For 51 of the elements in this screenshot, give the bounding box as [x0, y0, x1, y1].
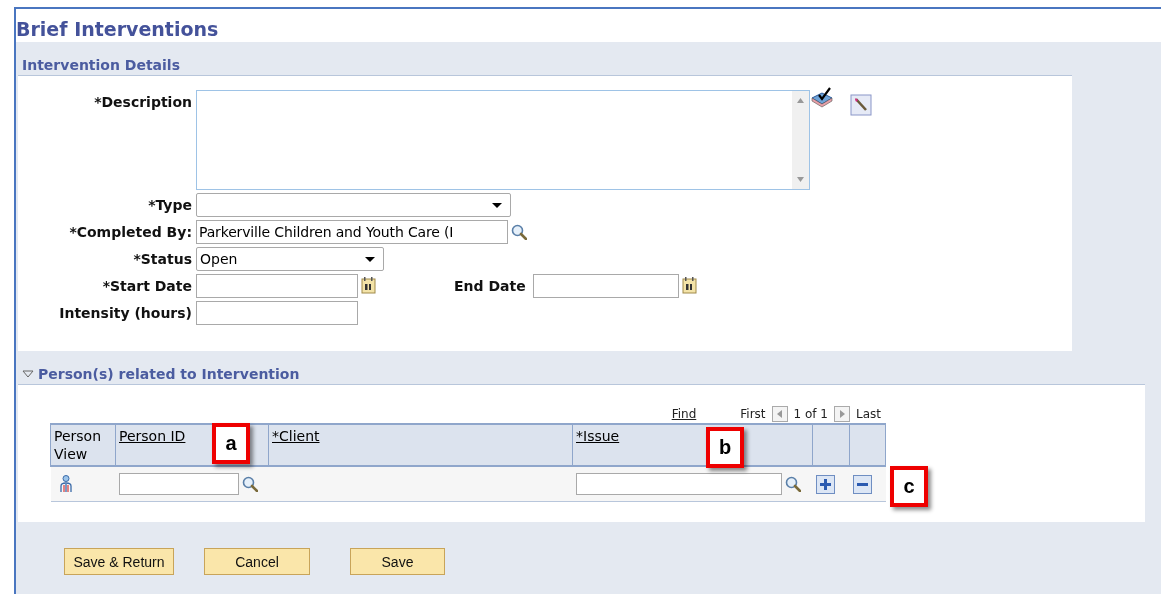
dropdown-field[interactable]: [196, 193, 511, 217]
action-button[interactable]: Cancel: [204, 548, 310, 575]
field-label: *Completed By:: [69, 224, 192, 240]
field-label: *Description: [94, 94, 192, 110]
search-icon[interactable]: [511, 224, 527, 240]
action-button[interactable]: Save & Return: [64, 548, 174, 575]
field-label: Intensity (hours): [59, 305, 192, 321]
caret-icon: [365, 256, 375, 262]
column-header: Person View: [54, 428, 102, 462]
dropdown-field[interactable]: Open: [196, 247, 384, 271]
issue-field[interactable]: [575, 473, 782, 495]
section-title: Person(s) related to Intervention: [38, 365, 300, 384]
page-title: Brief Interventions: [16, 17, 220, 42]
date-field[interactable]: [532, 274, 679, 298]
plus-icon: [818, 477, 832, 491]
previous-icon[interactable]: [771, 406, 788, 422]
calendar-icon[interactable]: [361, 277, 377, 295]
find-link[interactable]: Find: [671, 407, 697, 421]
column-header[interactable]: *Issue: [576, 428, 620, 444]
action-button[interactable]: Save: [350, 548, 445, 575]
section-title: Intervention Details: [21, 56, 180, 75]
date-field[interactable]: [196, 274, 358, 298]
scroll-down-icon[interactable]: [796, 176, 805, 183]
description-field[interactable]: [196, 90, 810, 190]
next-icon[interactable]: [834, 406, 850, 422]
page-count: 1 of 1: [793, 407, 828, 421]
field-label: *Status: [133, 251, 192, 267]
spellcheck-book-icon[interactable]: [810, 86, 834, 108]
text-field[interactable]: [196, 301, 358, 325]
callout-label: c: [890, 466, 928, 507]
search-icon[interactable]: [241, 476, 258, 492]
add-row-button[interactable]: [815, 474, 835, 494]
search-icon[interactable]: [784, 476, 801, 492]
person-icon[interactable]: [59, 475, 72, 493]
delete-row-button[interactable]: [852, 474, 872, 494]
person-id-field[interactable]: [118, 473, 239, 495]
column-header[interactable]: Person ID: [119, 428, 186, 444]
last-label: Last: [856, 407, 881, 421]
calendar-icon[interactable]: [681, 277, 698, 295]
field-label: End Date: [454, 278, 526, 294]
field-label: *Start Date: [102, 278, 192, 294]
callout-label: a: [212, 423, 250, 464]
scroll-up-icon[interactable]: [796, 97, 805, 104]
caret-icon: [492, 202, 502, 208]
callout-label: b: [706, 427, 744, 468]
dropdown-value: Open: [200, 251, 238, 267]
field-label: *Type: [148, 197, 192, 213]
first-label: First: [740, 407, 766, 421]
pencil-icon[interactable]: [850, 94, 872, 116]
completed-by-field[interactable]: Parkerville Children and Youth Care (I: [196, 220, 508, 244]
column-header[interactable]: *Client: [272, 428, 320, 444]
